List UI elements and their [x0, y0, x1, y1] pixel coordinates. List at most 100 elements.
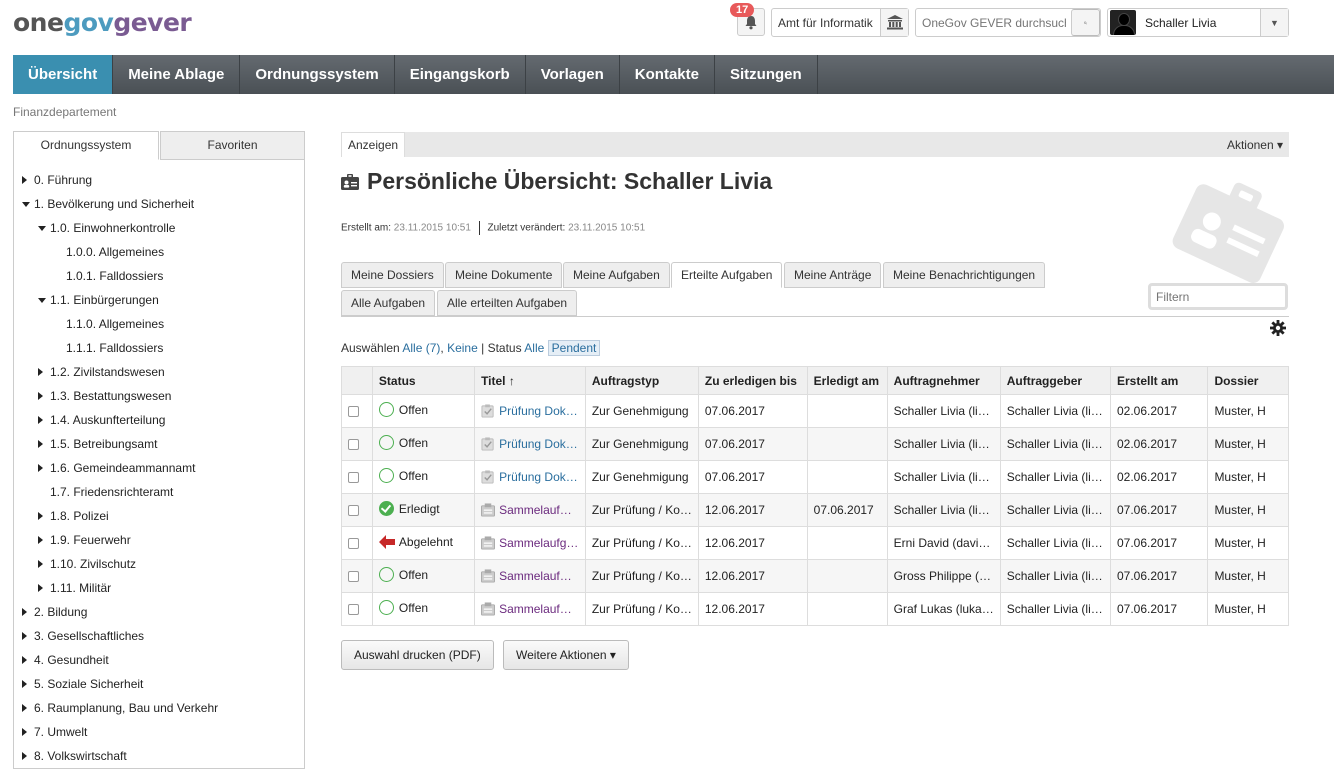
nav-item-vorlagen[interactable]: Vorlagen [526, 55, 620, 94]
task-title-link[interactable]: Sammelaufg… [499, 536, 578, 550]
table-row[interactable]: Abgelehnt Sammelaufg… Zur Prüfung / Ko… 12.… [341, 526, 1289, 560]
tab-ordnungssystem[interactable]: Ordnungssystem [13, 131, 159, 160]
anzeigen-tab[interactable]: Anzeigen [341, 132, 406, 157]
tab-meine-antraege[interactable]: Meine Anträge [784, 262, 882, 288]
table-row[interactable]: Offen Sammelauf… Zur Prüfung / Ko… 12.06.20… [341, 592, 1289, 626]
nav-item-meine-ablage[interactable]: Meine Ablage [113, 55, 241, 94]
caret-right-icon[interactable] [38, 368, 43, 376]
tree-item[interactable]: 1.0.0. Allgemeines [54, 245, 164, 259]
column-header-created[interactable]: Erstellt am [1109, 366, 1209, 395]
caret-right-icon[interactable] [38, 392, 43, 400]
caret-right-icon[interactable] [22, 176, 27, 184]
breadcrumb[interactable]: Finanzdepartement [13, 105, 116, 119]
column-header-issuer[interactable]: Auftraggeber [999, 366, 1111, 395]
column-header-due[interactable]: Zu erledigen bis [697, 366, 808, 395]
table-row[interactable]: Erledigt Sammelauf… Zur Prüfung / Ko… 12.06… [341, 493, 1289, 527]
aktionen-menu[interactable]: Aktionen ▾ [1227, 138, 1283, 152]
search-input[interactable] [916, 9, 1072, 36]
caret-right-icon[interactable] [22, 680, 27, 688]
tree-item[interactable]: 1.4. Auskunfterteilung [38, 413, 165, 427]
tab-meine-dossiers[interactable]: Meine Dossiers [341, 262, 444, 288]
caret-right-icon[interactable] [22, 752, 27, 760]
tree-item[interactable]: 4. Gesundheit [22, 653, 109, 667]
column-header-title[interactable]: Titel ↑ [474, 366, 586, 395]
caret-right-icon[interactable] [22, 632, 27, 640]
caret-right-icon[interactable] [38, 464, 43, 472]
column-header-done[interactable]: Erledigt am [806, 366, 888, 395]
tree-item[interactable]: 5. Soziale Sicherheit [22, 677, 143, 691]
select-none-link[interactable]: Keine [447, 341, 478, 355]
caret-right-icon[interactable] [38, 416, 43, 424]
select-all-link[interactable]: Alle (7) [402, 341, 440, 355]
task-title-link[interactable]: Sammelauf… [499, 569, 572, 583]
tree-item[interactable]: 6. Raumplanung, Bau und Verkehr [22, 701, 218, 715]
print-selection-button[interactable]: Auswahl drucken (PDF) [341, 640, 494, 670]
row-checkbox[interactable] [348, 439, 359, 451]
row-checkbox[interactable] [348, 538, 359, 550]
caret-right-icon[interactable] [22, 704, 27, 712]
user-menu[interactable]: Schaller Livia ▼ [1107, 8, 1289, 37]
tab-erteilte-aufgaben[interactable]: Erteilte Aufgaben [671, 262, 783, 288]
tab-meine-dokumente[interactable]: Meine Dokumente [445, 262, 563, 288]
notifications-button[interactable]: 17 [730, 3, 765, 36]
tab-meine-aufgaben[interactable]: Meine Aufgaben [563, 262, 670, 288]
tree-item[interactable]: 0. Führung [22, 173, 92, 187]
org-unit-selector[interactable]: Amt für Informatik [771, 8, 909, 37]
caret-down-icon[interactable] [38, 298, 46, 303]
tree-item[interactable]: 2. Bildung [22, 605, 87, 619]
column-header-status[interactable]: Status [371, 366, 476, 395]
row-checkbox[interactable] [348, 604, 359, 616]
table-row[interactable]: Offen Sammelauf… Zur Prüfung / Ko… 12.06.20… [341, 559, 1289, 593]
status-all-link[interactable]: Alle [524, 341, 544, 355]
tree-item[interactable]: 1.7. Friedensrichteramt [38, 485, 173, 499]
nav-item-uebersicht[interactable]: Übersicht [13, 55, 114, 94]
table-row[interactable]: Offen Prüfung Dok… Zur Genehmigung 07.06.20… [341, 460, 1289, 494]
tree-item[interactable]: 8. Volkswirtschaft [22, 749, 127, 763]
row-checkbox[interactable] [348, 571, 359, 583]
search-button[interactable] [1071, 9, 1100, 36]
caret-right-icon[interactable] [38, 512, 43, 520]
gear-icon[interactable] [1270, 320, 1286, 336]
tree-item[interactable]: 1.1.1. Falldossiers [54, 341, 163, 355]
tab-alle-erteilten-aufgaben[interactable]: Alle erteilten Aufgaben [437, 290, 578, 316]
tree-item[interactable]: 1.2. Zivilstandswesen [38, 365, 165, 379]
row-checkbox[interactable] [348, 505, 359, 517]
caret-down-icon[interactable] [22, 202, 30, 207]
caret-right-icon[interactable] [38, 536, 43, 544]
row-checkbox[interactable] [348, 406, 359, 418]
task-title-link[interactable]: Prüfung Dok… [499, 437, 578, 451]
tree-item[interactable]: 1.0.1. Falldossiers [54, 269, 163, 283]
caret-right-icon[interactable] [38, 584, 43, 592]
column-header-assignee[interactable]: Auftragnehmer [886, 366, 1001, 395]
task-title-link[interactable]: Prüfung Dok… [499, 404, 578, 418]
column-header-dossier[interactable]: Dossier [1207, 366, 1289, 395]
task-title-link[interactable]: Sammelauf… [499, 602, 572, 616]
tree-item[interactable]: 1.0. Einwohnerkontrolle [38, 221, 175, 235]
row-checkbox[interactable] [348, 472, 359, 484]
caret-right-icon[interactable] [38, 560, 43, 568]
table-row[interactable]: Offen Prüfung Dok… Zur Genehmigung 07.06.20… [341, 427, 1289, 461]
caret-right-icon[interactable] [22, 728, 27, 736]
nav-item-eingangskorb[interactable]: Eingangskorb [395, 55, 526, 94]
table-row[interactable]: Offen Prüfung Dok… Zur Genehmigung 07.06.20… [341, 394, 1289, 428]
task-title-link[interactable]: Sammelauf… [499, 503, 572, 517]
tab-meine-benachrichtigungen[interactable]: Meine Benachrichtigungen [883, 262, 1046, 288]
tree-item[interactable]: 1.9. Feuerwehr [38, 533, 131, 547]
column-header-type[interactable]: Auftragstyp [584, 366, 699, 395]
nav-item-sitzungen[interactable]: Sitzungen [715, 55, 818, 94]
tree-item[interactable]: 3. Gesellschaftliches [22, 629, 144, 643]
filter-input[interactable] [1151, 286, 1285, 307]
caret-right-icon[interactable] [22, 656, 27, 664]
task-title-link[interactable]: Prüfung Dok… [499, 470, 578, 484]
tree-item[interactable]: 1.8. Polizei [38, 509, 109, 523]
tree-item[interactable]: 1.1.0. Allgemeines [54, 317, 164, 331]
status-pending-filter[interactable]: Pendent [547, 340, 601, 356]
logo[interactable]: onegovgever [13, 8, 192, 37]
tree-item[interactable]: 1.1. Einbürgerungen [38, 293, 159, 307]
tree-item[interactable]: 1.5. Betreibungsamt [38, 437, 157, 451]
more-actions-button[interactable]: Weitere Aktionen ▾ [503, 640, 629, 670]
tab-favoriten[interactable]: Favoriten [160, 131, 305, 160]
nav-item-ordnungssystem[interactable]: Ordnungssystem [240, 55, 395, 94]
tree-item[interactable]: 1.11. Militär [38, 581, 111, 595]
nav-item-kontakte[interactable]: Kontakte [620, 55, 715, 94]
